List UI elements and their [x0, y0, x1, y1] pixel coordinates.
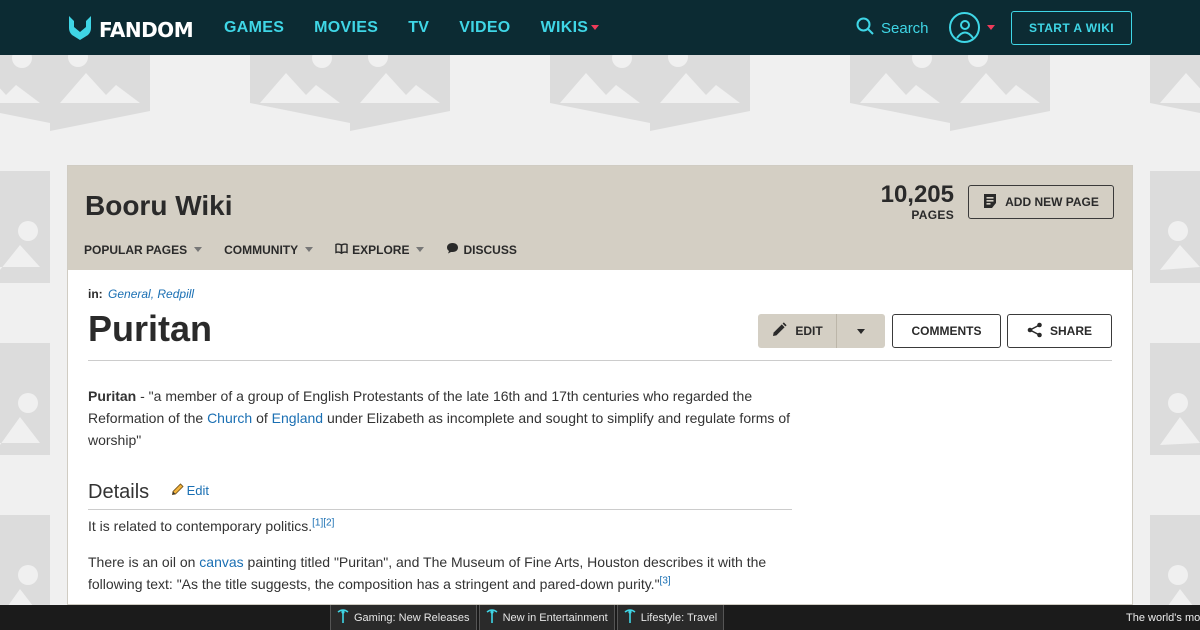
share-button[interactable]: SHARE	[1007, 314, 1112, 348]
page-title: Puritan	[88, 308, 213, 349]
nav-discuss-label: DISCUSS	[463, 242, 517, 257]
link-england[interactable]: England	[272, 410, 323, 426]
wiki-title[interactable]: Booru Wiki	[85, 190, 233, 222]
trending-link-label: Gaming: New Releases	[354, 611, 470, 624]
pages-count-value: 10,205	[880, 181, 954, 208]
page-categories: in: General, Redpill	[88, 287, 194, 301]
nav-explore[interactable]: EXPLORE	[335, 242, 425, 257]
trending-link-gaming[interactable]: Gaming: New Releases	[330, 605, 477, 630]
wiki-local-navigation: POPULAR PAGES COMMUNITY EXPLORE DISCUSS	[84, 242, 539, 257]
antenna-icon	[337, 609, 349, 626]
bottom-bar-tagline: The world's most	[1126, 611, 1200, 624]
antenna-icon	[486, 609, 498, 626]
comments-button[interactable]: COMMENTS	[892, 314, 1001, 348]
user-icon	[955, 19, 974, 39]
search-icon	[856, 17, 874, 39]
trending-link-label: Lifestyle: Travel	[640, 611, 718, 624]
section-title: Details	[88, 481, 150, 503]
trending-link-entertainment[interactable]: New in Entertainment	[478, 605, 615, 630]
section-edit-label: Edit	[186, 483, 209, 498]
intro-paragraph: Puritan - "a member of a group of Englis…	[88, 385, 794, 451]
community-header: Booru Wiki 10,205 PAGES ADD NEW PAGE POP…	[68, 166, 1132, 270]
pencil-icon	[771, 321, 787, 341]
caret-down-icon	[194, 247, 203, 252]
nav-link-video[interactable]: VIDEO	[459, 19, 510, 37]
caret-down-icon	[305, 247, 314, 252]
wiki-page-container: Booru Wiki 10,205 PAGES ADD NEW PAGE POP…	[67, 165, 1133, 605]
antenna-icon	[624, 609, 636, 626]
nav-link-tv[interactable]: TV	[408, 19, 429, 37]
nav-link-games[interactable]: GAMES	[224, 19, 284, 37]
caret-down-icon	[591, 25, 600, 30]
share-label: SHARE	[1049, 324, 1092, 338]
new-page-icon	[983, 193, 997, 212]
chat-bubble-icon	[446, 242, 459, 257]
nav-link-wikis-label: WIKIS	[540, 18, 589, 36]
intro-bold-term: Puritan	[88, 388, 137, 404]
add-new-page-label: ADD NEW PAGE	[1005, 195, 1099, 209]
book-icon	[335, 242, 348, 257]
nav-link-movies[interactable]: MOVIES	[314, 19, 378, 37]
edit-button[interactable]: EDIT	[758, 314, 836, 348]
edit-button-group: EDIT	[758, 314, 885, 348]
trending-links: Gaming: New Releases New in Entertainmen…	[330, 605, 726, 630]
bottom-global-bar: Gaming: New Releases New in Entertainmen…	[0, 605, 1200, 630]
nav-discuss[interactable]: DISCUSS	[446, 242, 517, 257]
edit-options-dropdown[interactable]	[836, 314, 885, 348]
nav-popular-pages-label: POPULAR PAGES	[84, 242, 188, 257]
user-menu[interactable]	[949, 12, 995, 43]
details-text-2a: There is an oil on	[88, 554, 200, 570]
global-nav-links: GAMES MOVIES TV VIDEO WIKIS	[224, 0, 629, 55]
link-canvas[interactable]: canvas	[199, 554, 243, 570]
section-heading-details: Details Edit	[88, 481, 792, 510]
pencil-icon	[171, 482, 185, 499]
reference-link-3[interactable]: [3]	[660, 575, 671, 586]
fandom-logo[interactable]: FANDOM	[66, 13, 194, 46]
title-divider	[88, 360, 1112, 361]
link-church[interactable]: Church	[207, 410, 252, 426]
reference-links-1-2[interactable]: [1][2]	[312, 517, 334, 528]
caret-down-icon	[987, 25, 995, 30]
section-edit-link[interactable]: Edit	[171, 482, 209, 499]
search-button[interactable]: Search	[856, 17, 929, 39]
nav-community[interactable]: COMMUNITY	[224, 242, 314, 257]
caret-down-icon	[416, 247, 425, 252]
nav-link-wikis[interactable]: WIKIS	[541, 19, 600, 37]
category-links[interactable]: General, Redpill	[108, 287, 194, 301]
add-new-page-button[interactable]: ADD NEW PAGE	[968, 185, 1114, 219]
nav-explore-label: EXPLORE	[352, 242, 410, 257]
search-label: Search	[881, 19, 929, 37]
details-paragraph-2: There is an oil on canvas painting title…	[88, 551, 794, 595]
nav-community-label: COMMUNITY	[224, 242, 299, 257]
caret-down-icon	[857, 328, 865, 334]
avatar	[949, 12, 980, 43]
nav-popular-pages[interactable]: POPULAR PAGES	[84, 242, 203, 257]
pages-count-label: PAGES	[911, 208, 954, 222]
trending-link-travel[interactable]: Lifestyle: Travel	[616, 605, 725, 630]
details-text-1: It is related to contemporary politics.	[88, 518, 313, 534]
share-icon	[1027, 322, 1043, 341]
trending-link-label: New in Entertainment	[502, 611, 608, 624]
intro-text-of: of	[252, 410, 272, 426]
edit-label: EDIT	[795, 324, 823, 338]
fandom-heart-icon	[66, 13, 94, 46]
details-paragraph-1: It is related to contemporary politics.[…	[88, 515, 794, 537]
pages-counter: 10,205 PAGES	[880, 181, 954, 223]
fandom-logo-text: FANDOM	[99, 17, 194, 42]
global-navigation: FANDOM GAMES MOVIES TV VIDEO WIKIS Searc…	[0, 0, 1200, 55]
categories-label: in:	[88, 287, 103, 301]
start-a-wiki-button[interactable]: START A WIKI	[1011, 11, 1132, 45]
